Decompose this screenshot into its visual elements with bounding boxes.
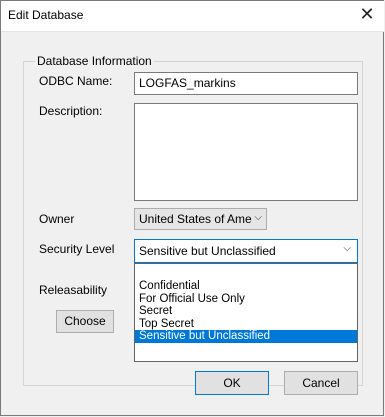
security-option[interactable]: For Official Use Only — [135, 293, 357, 306]
cancel-button[interactable]: Cancel — [284, 371, 358, 395]
odbc-name-label: ODBC Name: — [39, 74, 113, 88]
odbc-name-input[interactable]: LOGFAS_markins — [134, 72, 358, 95]
title-bar: Edit Database ✕ — [1, 1, 384, 32]
security-option[interactable]: Confidential — [135, 280, 357, 293]
close-icon[interactable]: ✕ — [354, 3, 380, 29]
dialog-title: Edit Database — [8, 8, 84, 22]
chevron-down-icon: ⌵ — [343, 243, 351, 254]
security-level-value: Sensitive but Unclassified — [139, 244, 276, 258]
chevron-down-icon: ⌵ — [254, 212, 262, 223]
owner-select[interactable]: United States of Ame ⌵ — [134, 208, 267, 230]
group-legend: Database Information — [35, 54, 154, 68]
choose-button[interactable]: Choose — [56, 310, 114, 333]
security-level-label: Security Level — [39, 242, 115, 256]
security-level-select[interactable]: Sensitive but Unclassified ⌵ — [134, 239, 358, 263]
owner-label: Owner — [39, 212, 75, 226]
edit-database-dialog: Edit Database ✕ Database Information ODB… — [0, 0, 384, 416]
description-label: Description: — [39, 104, 103, 118]
security-option[interactable]: Secret — [135, 305, 357, 318]
owner-select-value: United States of Ame — [139, 212, 252, 226]
security-option-selected[interactable]: Sensitive but Unclassified — [135, 330, 357, 343]
releasability-label: Releasability — [39, 283, 108, 297]
description-input[interactable] — [134, 103, 358, 201]
security-level-dropdown-list: Confidential For Official Use Only Secre… — [134, 263, 358, 362]
ok-button[interactable]: OK — [195, 371, 269, 395]
security-option[interactable]: Top Secret — [135, 318, 357, 331]
